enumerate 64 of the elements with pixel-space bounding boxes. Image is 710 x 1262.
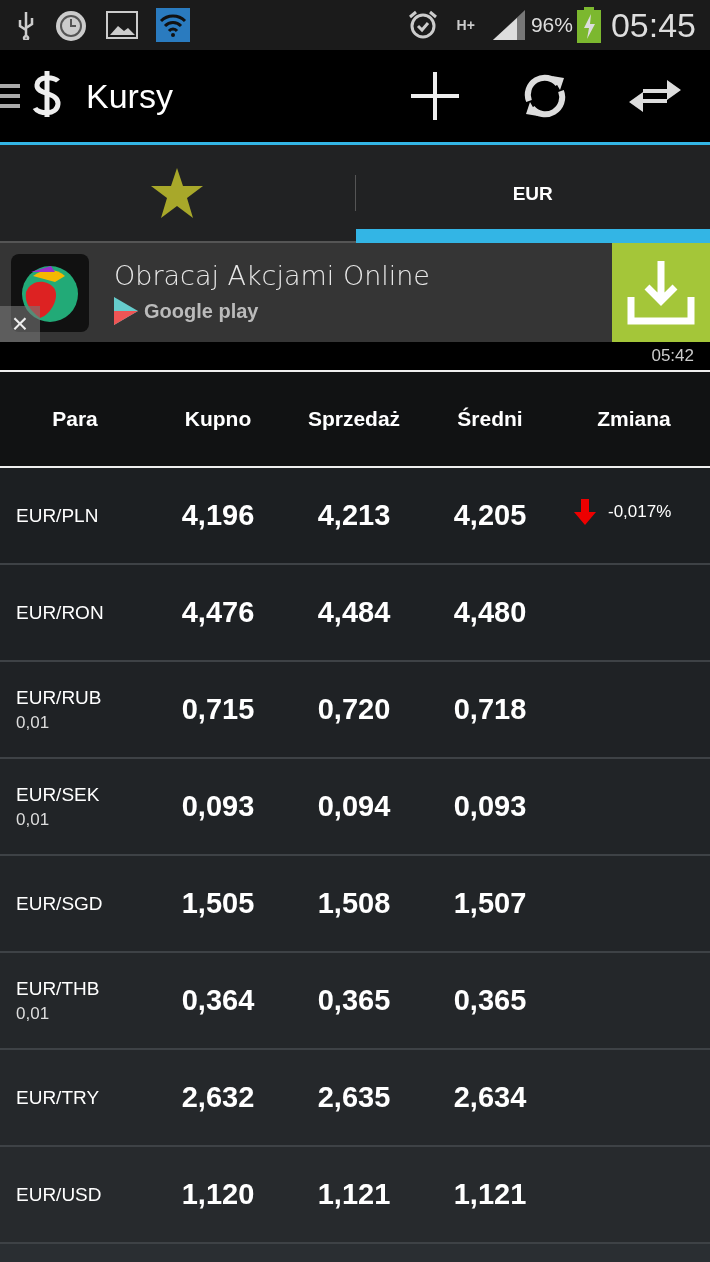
pair-name: EUR/THB: [16, 977, 101, 1000]
sell-rate: 1,121: [316, 1178, 392, 1211]
clock: 05:45: [610, 5, 696, 45]
wifi-icon: [156, 8, 190, 42]
alarm-icon: [406, 9, 439, 41]
menu-icon: [0, 81, 20, 111]
pair-name: EUR/RON: [16, 601, 105, 624]
mid-rate: 4,480: [452, 596, 528, 629]
buy-rate: 1,120: [180, 1178, 256, 1211]
stopwatch-icon: [54, 8, 88, 42]
buy-rate: 0,715: [180, 693, 256, 726]
mid-rate: 4,205: [452, 499, 528, 532]
store-label: Google play: [144, 299, 259, 323]
buy-rate: 2,632: [180, 1081, 256, 1114]
signal-icon: [492, 10, 525, 40]
mid-rate: 1,121: [452, 1178, 528, 1211]
pair-unit: 0,01: [16, 809, 51, 830]
column-header: Średni: [456, 407, 524, 431]
pair-name: EUR/SGD: [16, 892, 104, 915]
buy-rate: 1,505: [180, 887, 256, 920]
network-type: H+: [456, 17, 475, 33]
swap-icon[interactable]: [629, 78, 681, 114]
pair-name: EUR/TRY: [16, 1086, 101, 1109]
pair-name: EUR/PLN: [16, 504, 100, 527]
mid-rate: 2,634: [452, 1081, 528, 1114]
sell-rate: 0,365: [316, 984, 392, 1017]
usb-icon: [16, 10, 36, 40]
ad-title: Obracaj Akcjami Online: [114, 260, 431, 291]
buy-rate: 0,093: [180, 790, 256, 823]
ad-banner[interactable]: Obracaj Akcjami Online Google play ×: [0, 243, 710, 342]
battery-percent: 96%: [530, 13, 573, 37]
mid-rate: 0,365: [452, 984, 528, 1017]
sell-rate: 0,720: [316, 693, 392, 726]
column-header: Para: [51, 407, 99, 431]
buy-rate: 4,476: [180, 596, 256, 629]
column-header: Sprzedaż: [306, 407, 402, 431]
pair-name: EUR/SEK: [16, 783, 101, 806]
buy-rate: 4,196: [180, 499, 256, 532]
app-title: Kursy: [86, 76, 173, 116]
pair-name: EUR/USD: [16, 1183, 103, 1206]
globe-icon: [11, 253, 89, 332]
pair-name: EUR/RUB: [16, 686, 103, 709]
sell-rate: 1,508: [316, 887, 392, 920]
mid-rate: 0,093: [452, 790, 528, 823]
add-icon[interactable]: [411, 72, 459, 120]
sell-rate: 2,635: [316, 1081, 392, 1114]
star-icon: [151, 168, 204, 218]
sell-rate: 0,094: [316, 790, 392, 823]
buy-rate: 0,364: [180, 984, 256, 1017]
sell-rate: 4,213: [316, 499, 392, 532]
close-button[interactable]: ×: [0, 306, 40, 342]
mid-rate: 0,718: [452, 693, 528, 726]
column-header: Zmiana: [596, 407, 672, 431]
column-header: Kupno: [183, 407, 253, 431]
sell-rate: 4,484: [316, 596, 392, 629]
mid-rate: 1,507: [452, 887, 528, 920]
pair-unit: 0,01: [16, 1003, 51, 1024]
play-icon: [114, 297, 138, 325]
pair-unit: 0,01: [16, 712, 51, 733]
change-value: -0,017%: [608, 501, 672, 522]
refresh-icon[interactable]: [522, 73, 568, 119]
ad-time: 05:42: [651, 346, 694, 366]
image-icon: [106, 11, 138, 39]
battery-icon: [576, 7, 601, 43]
